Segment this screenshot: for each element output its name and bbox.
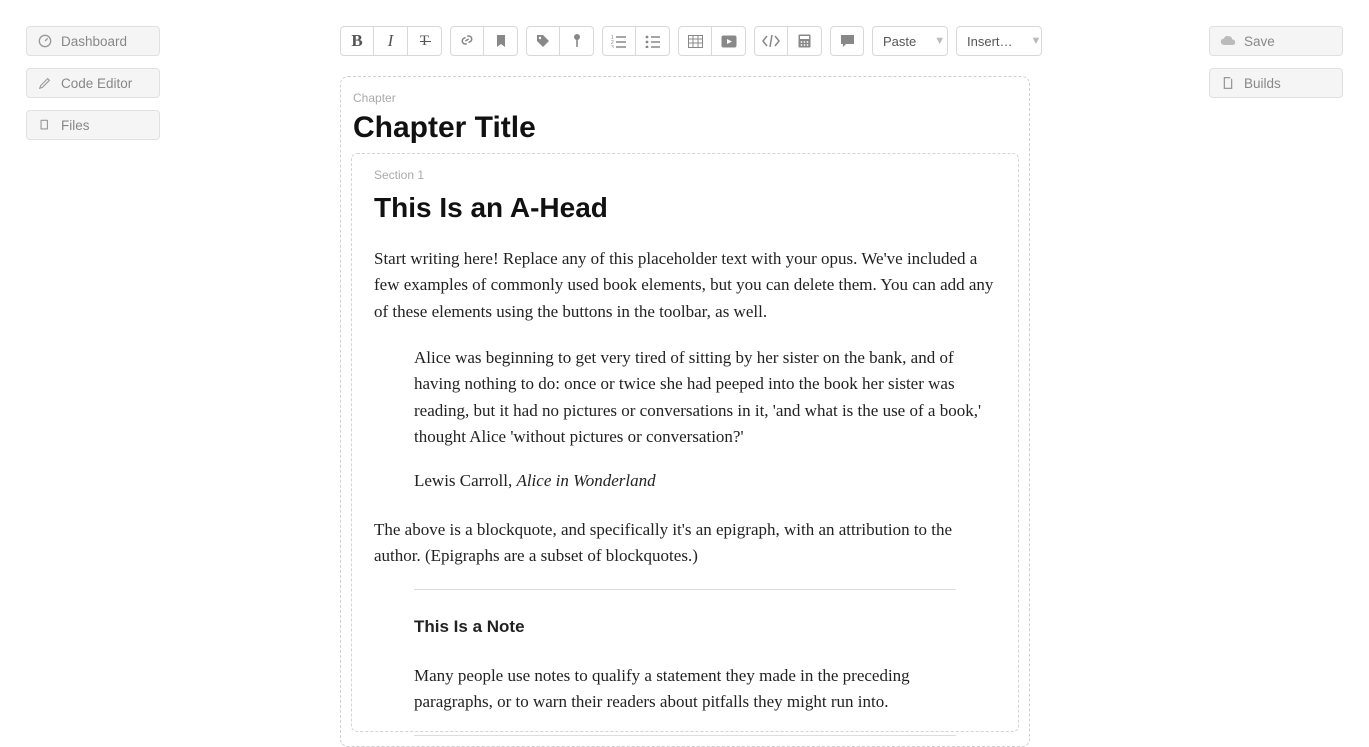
unordered-list-button[interactable] bbox=[636, 26, 670, 56]
dashboard-button[interactable]: Dashboard bbox=[26, 26, 160, 56]
link-icon bbox=[459, 34, 475, 48]
ordered-list-button[interactable]: 123 bbox=[602, 26, 636, 56]
attribution-author: Lewis Carroll, bbox=[414, 471, 516, 490]
attribution-title: Alice in Wonderland bbox=[516, 471, 655, 490]
right-sidebar: Save Builds bbox=[1209, 26, 1343, 110]
note-body[interactable]: Many people use notes to qualify a state… bbox=[414, 663, 956, 716]
video-button[interactable] bbox=[712, 26, 746, 56]
code-icon bbox=[762, 35, 780, 47]
dashboard-label: Dashboard bbox=[61, 34, 127, 49]
toolbar: B I T 123 bbox=[340, 26, 1042, 56]
builds-button[interactable]: Builds bbox=[1209, 68, 1343, 98]
attribution[interactable]: Lewis Carroll, Alice in Wonderland bbox=[414, 468, 986, 494]
note-title[interactable]: This Is a Note bbox=[414, 614, 956, 640]
tag-icon bbox=[536, 34, 550, 48]
tag-button[interactable] bbox=[526, 26, 560, 56]
save-label: Save bbox=[1244, 34, 1275, 49]
bold-button[interactable]: B bbox=[340, 26, 374, 56]
code-button[interactable] bbox=[754, 26, 788, 56]
code-math-group bbox=[754, 26, 822, 56]
text-format-group: B I T bbox=[340, 26, 442, 56]
section-block[interactable]: Section 1 This Is an A-Head Start writin… bbox=[351, 153, 1019, 732]
note-block[interactable]: This Is a Note Many people use notes to … bbox=[414, 589, 956, 736]
gauge-icon bbox=[37, 33, 53, 49]
pin-icon bbox=[572, 33, 582, 49]
link-button[interactable] bbox=[450, 26, 484, 56]
comment-button[interactable] bbox=[830, 26, 864, 56]
code-editor-label: Code Editor bbox=[61, 76, 132, 91]
paste-dropdown[interactable]: Paste ▼ bbox=[872, 26, 948, 56]
files-button[interactable]: Files bbox=[26, 110, 160, 140]
left-sidebar: Dashboard Code Editor Files bbox=[26, 26, 160, 152]
ahead-heading[interactable]: This Is an A-Head bbox=[374, 192, 996, 224]
pencil-icon bbox=[37, 75, 53, 91]
svg-text:3: 3 bbox=[611, 45, 614, 48]
clear-format-icon: T bbox=[420, 33, 429, 50]
body-text[interactable]: Start writing here! Replace any of this … bbox=[374, 246, 996, 736]
list-group: 123 bbox=[602, 26, 670, 56]
media-group bbox=[678, 26, 746, 56]
table-button[interactable] bbox=[678, 26, 712, 56]
italic-icon: I bbox=[388, 31, 394, 51]
files-label: Files bbox=[61, 118, 90, 133]
page-icon bbox=[1220, 75, 1236, 91]
paste-label: Paste bbox=[883, 34, 916, 49]
comment-icon bbox=[840, 34, 855, 48]
chapter-title[interactable]: Chapter Title bbox=[353, 111, 1017, 145]
calculator-icon bbox=[798, 34, 811, 48]
pin-button[interactable] bbox=[560, 26, 594, 56]
caret-down-icon: ▼ bbox=[934, 35, 945, 47]
document-icon bbox=[37, 117, 53, 133]
section-label: Section 1 bbox=[374, 168, 996, 182]
code-editor-button[interactable]: Code Editor bbox=[26, 68, 160, 98]
clear-format-button[interactable]: T bbox=[408, 26, 442, 56]
paragraph[interactable]: Start writing here! Replace any of this … bbox=[374, 246, 996, 325]
insert-label: Insert… bbox=[967, 34, 1013, 49]
ordered-list-icon: 123 bbox=[611, 34, 627, 48]
paragraph[interactable]: The above is a blockquote, and specifica… bbox=[374, 517, 996, 570]
bookmark-button[interactable] bbox=[484, 26, 518, 56]
video-icon bbox=[721, 35, 737, 48]
comment-group bbox=[830, 26, 864, 56]
caret-down-icon: ▼ bbox=[1031, 35, 1042, 47]
math-button[interactable] bbox=[788, 26, 822, 56]
insert-dropdown[interactable]: Insert… ▼ bbox=[956, 26, 1042, 56]
unordered-list-icon bbox=[645, 34, 661, 48]
bookmark-icon bbox=[495, 34, 507, 48]
cloud-icon bbox=[1220, 33, 1236, 49]
tag-group bbox=[526, 26, 594, 56]
builds-label: Builds bbox=[1244, 76, 1281, 91]
blockquote[interactable]: Alice was beginning to get very tired of… bbox=[374, 345, 996, 495]
table-icon bbox=[688, 35, 703, 48]
chapter-label: Chapter bbox=[353, 91, 1017, 105]
italic-button[interactable]: I bbox=[374, 26, 408, 56]
save-button[interactable]: Save bbox=[1209, 26, 1343, 56]
insert-ref-group bbox=[450, 26, 518, 56]
chapter-block[interactable]: Chapter Chapter Title Section 1 This Is … bbox=[340, 76, 1030, 747]
bold-icon: B bbox=[351, 31, 362, 51]
editor-area[interactable]: Chapter Chapter Title Section 1 This Is … bbox=[340, 76, 1030, 747]
quote-text[interactable]: Alice was beginning to get very tired of… bbox=[414, 345, 986, 450]
